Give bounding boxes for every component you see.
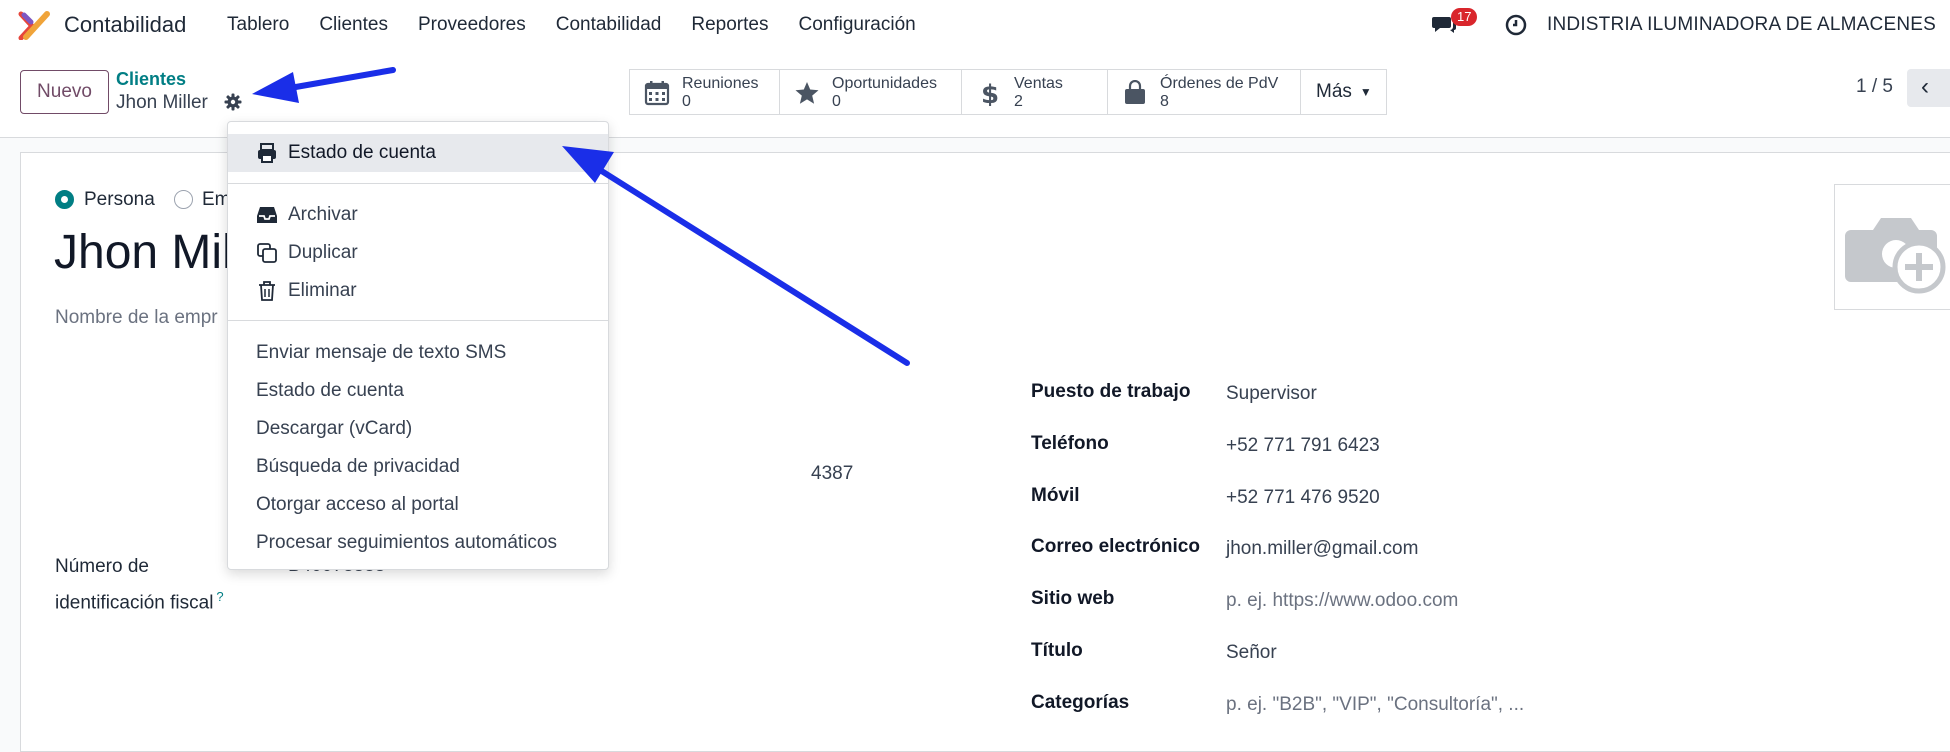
radio-person[interactable] xyxy=(55,190,74,209)
menu-item-account-statement[interactable]: Estado de cuenta xyxy=(228,372,608,410)
archive-inbox-icon xyxy=(257,207,277,223)
trash-icon xyxy=(259,281,275,301)
field-label-mobile: Móvil xyxy=(1031,485,1080,506)
tax-id-label: Número de identificación fiscal? xyxy=(55,552,224,618)
smart-button-sales[interactable]: $ Ventas 2 xyxy=(961,69,1108,115)
menu-item-label: Archivar xyxy=(288,204,358,225)
more-smart-buttons[interactable]: Más ▼ xyxy=(1300,69,1387,115)
duplicate-icon xyxy=(257,243,277,263)
menu-item-duplicate[interactable]: Duplicar xyxy=(228,234,608,272)
title-field[interactable]: Señor xyxy=(1226,642,1277,664)
menu-item-tablero[interactable]: Tablero xyxy=(227,14,289,36)
menu-item-label: Duplicar xyxy=(288,242,358,263)
company-switcher[interactable]: INDISTRIA ILUMINADORA DE ALMACENES xyxy=(1547,14,1936,36)
avatar[interactable] xyxy=(1834,184,1950,310)
pager-value[interactable]: 1 / 5 xyxy=(1856,76,1893,98)
smart-button-label: Reuniones xyxy=(682,75,759,92)
menu-item-label: Eliminar xyxy=(288,280,357,301)
menu-item-reportes[interactable]: Reportes xyxy=(691,14,768,36)
breadcrumb-current: Jhon Miller xyxy=(116,92,208,113)
radio-person-label[interactable]: Persona xyxy=(84,189,155,211)
field-label-email: Correo electrónico xyxy=(1031,536,1200,557)
top-navbar: Contabilidad Tablero Clientes Proveedore… xyxy=(0,0,1950,50)
smart-button-pos-orders[interactable]: Órdenes de PdV 8 xyxy=(1107,69,1301,115)
field-label-title: Título xyxy=(1031,640,1083,661)
activity-clock-icon[interactable] xyxy=(1505,14,1527,36)
smart-button-label: Órdenes de PdV xyxy=(1160,75,1279,92)
smart-button-label: Ventas xyxy=(1014,75,1063,92)
menu-item-contabilidad[interactable]: Contabilidad xyxy=(556,14,662,36)
breadcrumb-parent[interactable]: Clientes xyxy=(116,69,186,90)
shopping-bag-icon xyxy=(1125,80,1145,104)
print-icon xyxy=(258,143,276,163)
menu-item-configuracion[interactable]: Configuración xyxy=(798,14,915,36)
field-label-website: Sitio web xyxy=(1031,588,1115,609)
caret-down-icon: ▼ xyxy=(1359,85,1372,99)
menu-item-send-sms[interactable]: Enviar mensaje de texto SMS xyxy=(228,334,608,372)
phone-field[interactable]: +52 771 791 6423 xyxy=(1226,435,1380,457)
tax-id-label-line1: Número de xyxy=(55,556,149,577)
dollar-icon: $ xyxy=(981,80,999,106)
menu-divider xyxy=(228,183,608,184)
menu-divider xyxy=(228,320,608,321)
website-field[interactable]: p. ej. https://www.odoo.com xyxy=(1226,590,1458,612)
menu-item-print-statement[interactable]: Estado de cuenta xyxy=(228,134,608,172)
menu-item-delete[interactable]: Eliminar xyxy=(228,272,608,310)
menu-item-archive[interactable]: Archivar xyxy=(228,196,608,234)
smart-button-count: 0 xyxy=(682,93,691,110)
menu-item-grant-portal-access[interactable]: Otorgar acceso al portal xyxy=(228,486,608,524)
pager-previous-button[interactable]: ‹ xyxy=(1907,69,1950,107)
address-partial-value[interactable]: 4387 xyxy=(811,463,853,485)
smart-button-meetings[interactable]: Reuniones 0 xyxy=(629,69,780,115)
star-icon xyxy=(795,82,819,104)
smart-button-label: Oportunidades xyxy=(832,75,937,92)
radio-company[interactable] xyxy=(174,190,193,209)
app-title[interactable]: Contabilidad xyxy=(64,12,186,38)
menu-item-label: Estado de cuenta xyxy=(288,142,436,163)
messages-badge: 17 xyxy=(1451,8,1478,26)
menu-item-proveedores[interactable]: Proveedores xyxy=(418,14,526,36)
more-label: Más xyxy=(1316,81,1352,102)
tags-field[interactable]: p. ej. "B2B", "VIP", "Consultoría", ... xyxy=(1226,694,1524,716)
job-position-field[interactable]: Supervisor xyxy=(1226,383,1317,405)
help-icon[interactable]: ? xyxy=(216,589,223,604)
smart-button-opportunities[interactable]: Oportunidades 0 xyxy=(779,69,962,115)
smart-button-count: 8 xyxy=(1160,93,1169,110)
tax-id-label-line2: identificación fiscal xyxy=(55,592,214,614)
smart-button-count: 0 xyxy=(832,93,841,110)
email-field[interactable]: jhon.miller@gmail.com xyxy=(1226,538,1418,560)
field-label-job: Puesto de trabajo xyxy=(1031,381,1191,402)
new-button[interactable]: Nuevo xyxy=(20,70,109,114)
svg-text:$: $ xyxy=(981,80,999,106)
field-label-tags: Categorías xyxy=(1031,692,1130,713)
camera-plus-icon xyxy=(1845,218,1946,294)
field-label-phone: Teléfono xyxy=(1031,433,1109,454)
smart-button-count: 2 xyxy=(1014,93,1023,110)
app-logo-icon[interactable] xyxy=(18,10,50,40)
menu-item-download-vcard[interactable]: Descargar (vCard) xyxy=(228,410,608,448)
company-name-field[interactable]: Nombre de la empr xyxy=(55,307,218,329)
calendar-icon xyxy=(644,81,670,106)
gear-icon[interactable] xyxy=(224,93,242,111)
mobile-field[interactable]: +52 771 476 9520 xyxy=(1226,487,1380,509)
partner-name-field[interactable]: Jhon Mil xyxy=(54,225,233,280)
main-menu: Tablero Clientes Proveedores Contabilida… xyxy=(227,14,946,36)
menu-item-privacy-lookup[interactable]: Búsqueda de privacidad xyxy=(228,448,608,486)
menu-item-process-followups[interactable]: Procesar seguimientos automáticos xyxy=(228,524,608,562)
menu-item-clientes[interactable]: Clientes xyxy=(319,14,388,36)
gear-dropdown-menu: Estado de cuenta Archivar Duplicar Elimi… xyxy=(227,121,609,570)
